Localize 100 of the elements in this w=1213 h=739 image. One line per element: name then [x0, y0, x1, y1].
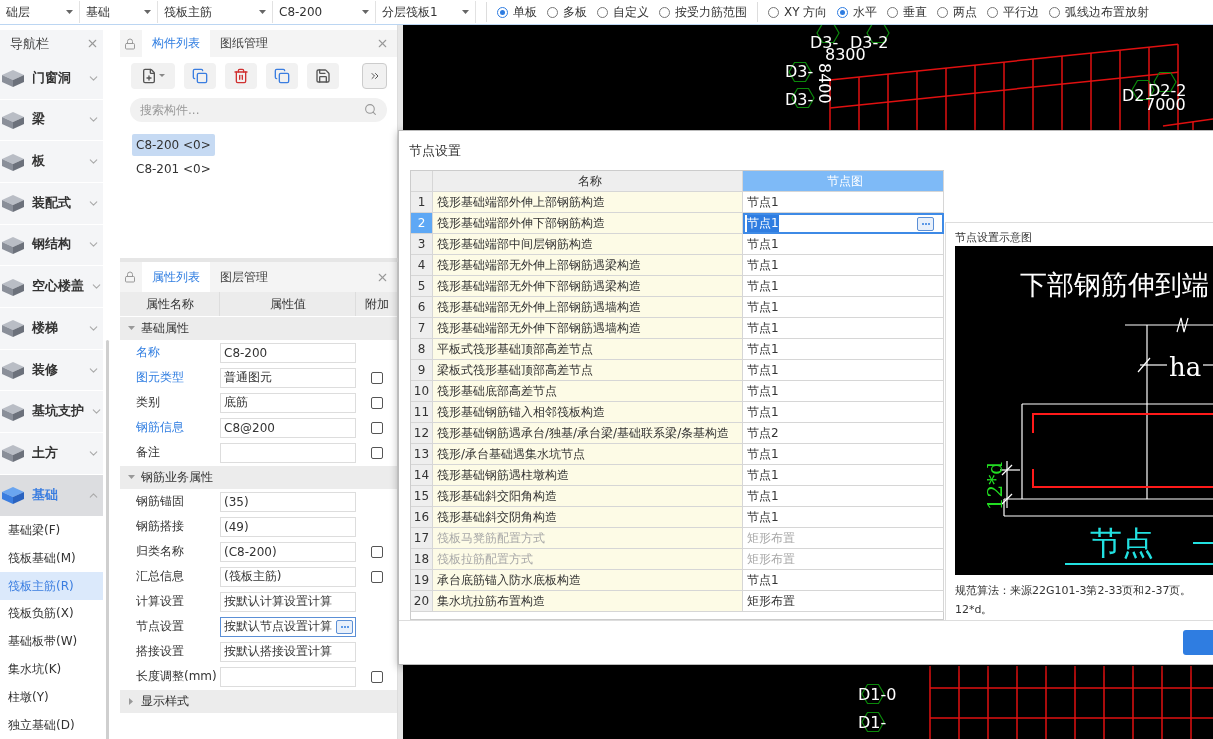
- table-cell[interactable]: 节点1: [743, 570, 944, 591]
- close-icon[interactable]: [376, 37, 389, 50]
- table-cell[interactable]: 节点1: [743, 507, 944, 528]
- value-field[interactable]: 普通图元: [220, 367, 356, 388]
- value-field[interactable]: 按默认节点设置计算: [220, 616, 356, 637]
- value-field[interactable]: 按默认搭接设置计算: [220, 641, 356, 662]
- dropdown[interactable]: 筏板主筋: [158, 1, 273, 23]
- nav-category[interactable]: 板: [0, 141, 103, 183]
- ellipsis-button[interactable]: [917, 216, 934, 231]
- caret-down-icon[interactable]: [128, 325, 135, 332]
- checkbox[interactable]: [371, 670, 383, 683]
- property-name[interactable]: 钢筋信息: [120, 419, 220, 436]
- row-number[interactable]: 8: [411, 339, 433, 360]
- row-number[interactable]: 15: [411, 486, 433, 507]
- lock-icon[interactable]: [124, 37, 136, 50]
- row-number[interactable]: 5: [411, 276, 433, 297]
- table-cell[interactable]: 节点2: [743, 423, 944, 444]
- checkbox[interactable]: [371, 570, 383, 583]
- dropdown[interactable]: 础层: [0, 1, 80, 23]
- tab[interactable]: 构件列表: [142, 30, 210, 57]
- tab[interactable]: 属性列表: [142, 262, 210, 292]
- value-field[interactable]: C8@200: [220, 417, 356, 438]
- delete-button[interactable]: [225, 63, 257, 89]
- checkbox[interactable]: [371, 446, 383, 459]
- copy-button[interactable]: [184, 63, 216, 89]
- search-field[interactable]: 搜索构件...: [130, 98, 387, 122]
- radio-option[interactable]: 平行边: [987, 3, 1040, 21]
- checkbox[interactable]: [371, 421, 383, 434]
- value-field[interactable]: [220, 666, 356, 687]
- checkbox[interactable]: [371, 371, 383, 384]
- radio-option[interactable]: 两点: [937, 3, 978, 21]
- value-field[interactable]: 按默认计算设置计算: [220, 591, 356, 612]
- row-number[interactable]: 1: [411, 192, 433, 213]
- row-number[interactable]: 19: [411, 570, 433, 591]
- table-cell[interactable]: 节点1: [743, 297, 944, 318]
- lock-icon[interactable]: [124, 271, 136, 283]
- tab[interactable]: 图纸管理: [210, 30, 278, 57]
- radio-option[interactable]: 水平: [837, 3, 878, 21]
- value-field[interactable]: (35): [220, 491, 356, 512]
- nav-category[interactable]: 空心楼盖: [0, 266, 103, 308]
- radio-option[interactable]: 自定义: [597, 3, 649, 21]
- table-cell[interactable]: 节点1: [743, 465, 944, 486]
- dropdown[interactable]: 基础: [80, 1, 158, 23]
- table-cell[interactable]: 节点1: [743, 192, 944, 213]
- nav-category[interactable]: 基坑支护: [0, 391, 103, 434]
- table-cell[interactable]: 节点1: [743, 339, 944, 360]
- more-button[interactable]: [362, 63, 387, 89]
- row-number[interactable]: 10: [411, 381, 433, 402]
- table-cell[interactable]: 节点1: [743, 255, 944, 276]
- row-number[interactable]: 6: [411, 297, 433, 318]
- new-button[interactable]: [131, 63, 175, 89]
- row-number[interactable]: 11: [411, 402, 433, 423]
- table-cell[interactable]: 节点1: [743, 318, 944, 339]
- row-number[interactable]: 4: [411, 255, 433, 276]
- row-number[interactable]: 7: [411, 318, 433, 339]
- radio-option[interactable]: 弧线边布置放射: [1049, 3, 1150, 21]
- row-number[interactable]: 13: [411, 444, 433, 465]
- table-cell[interactable]: 节点1: [743, 234, 944, 255]
- value-field[interactable]: 底筋: [220, 392, 356, 413]
- radio-option[interactable]: XY 方向: [768, 3, 828, 21]
- row-number[interactable]: 9: [411, 360, 433, 381]
- caret-right-icon[interactable]: [128, 698, 135, 705]
- dropdown[interactable]: 分层筏板1: [376, 1, 476, 23]
- checkbox[interactable]: [371, 396, 383, 409]
- copy-button[interactable]: [266, 63, 298, 89]
- ellipsis-button[interactable]: [336, 619, 353, 634]
- nav-category[interactable]: 钢结构: [0, 224, 103, 267]
- value-field[interactable]: [220, 442, 356, 463]
- table-cell[interactable]: 节点1: [743, 486, 944, 507]
- property-name[interactable]: 名称: [120, 344, 220, 361]
- table-cell[interactable]: 节点1: [743, 360, 944, 381]
- radio-option[interactable]: 按受力筋范围: [659, 3, 747, 21]
- dropdown[interactable]: C8-200: [273, 1, 376, 23]
- save-button[interactable]: [307, 63, 339, 89]
- radio-option[interactable]: 单板: [497, 3, 537, 21]
- table-cell[interactable]: 节点1: [743, 381, 944, 402]
- row-number[interactable]: 16: [411, 507, 433, 528]
- nav-category[interactable]: 装修: [0, 349, 103, 392]
- radio-option[interactable]: 垂直: [887, 3, 928, 21]
- scrollbar[interactable]: [106, 340, 109, 739]
- table-cell[interactable]: 节点1: [743, 444, 944, 465]
- radio-option[interactable]: 多板: [547, 3, 587, 21]
- nav-category[interactable]: 装配式: [0, 182, 103, 225]
- component-item[interactable]: C8-201 <0>: [132, 158, 215, 180]
- value-field[interactable]: (筏板主筋): [220, 566, 356, 587]
- table-cell[interactable]: 节点1: [743, 276, 944, 297]
- caret-down-icon[interactable]: [128, 474, 135, 481]
- tab[interactable]: 图层管理: [210, 262, 278, 292]
- value-field[interactable]: C8-200: [220, 342, 356, 363]
- nav-category[interactable]: 楼梯: [0, 308, 103, 350]
- property-name[interactable]: 图元类型: [120, 369, 220, 386]
- row-number[interactable]: 20: [411, 591, 433, 612]
- nav-category[interactable]: 梁: [0, 99, 103, 142]
- row-number[interactable]: 12: [411, 423, 433, 444]
- value-field[interactable]: (49): [220, 516, 356, 537]
- nav-category[interactable]: 土方: [0, 433, 103, 475]
- table-cell[interactable]: 节点1: [743, 213, 944, 234]
- row-number[interactable]: 3: [411, 234, 433, 255]
- component-item[interactable]: C8-200 <0>: [132, 134, 215, 156]
- table-cell[interactable]: 节点1: [743, 402, 944, 423]
